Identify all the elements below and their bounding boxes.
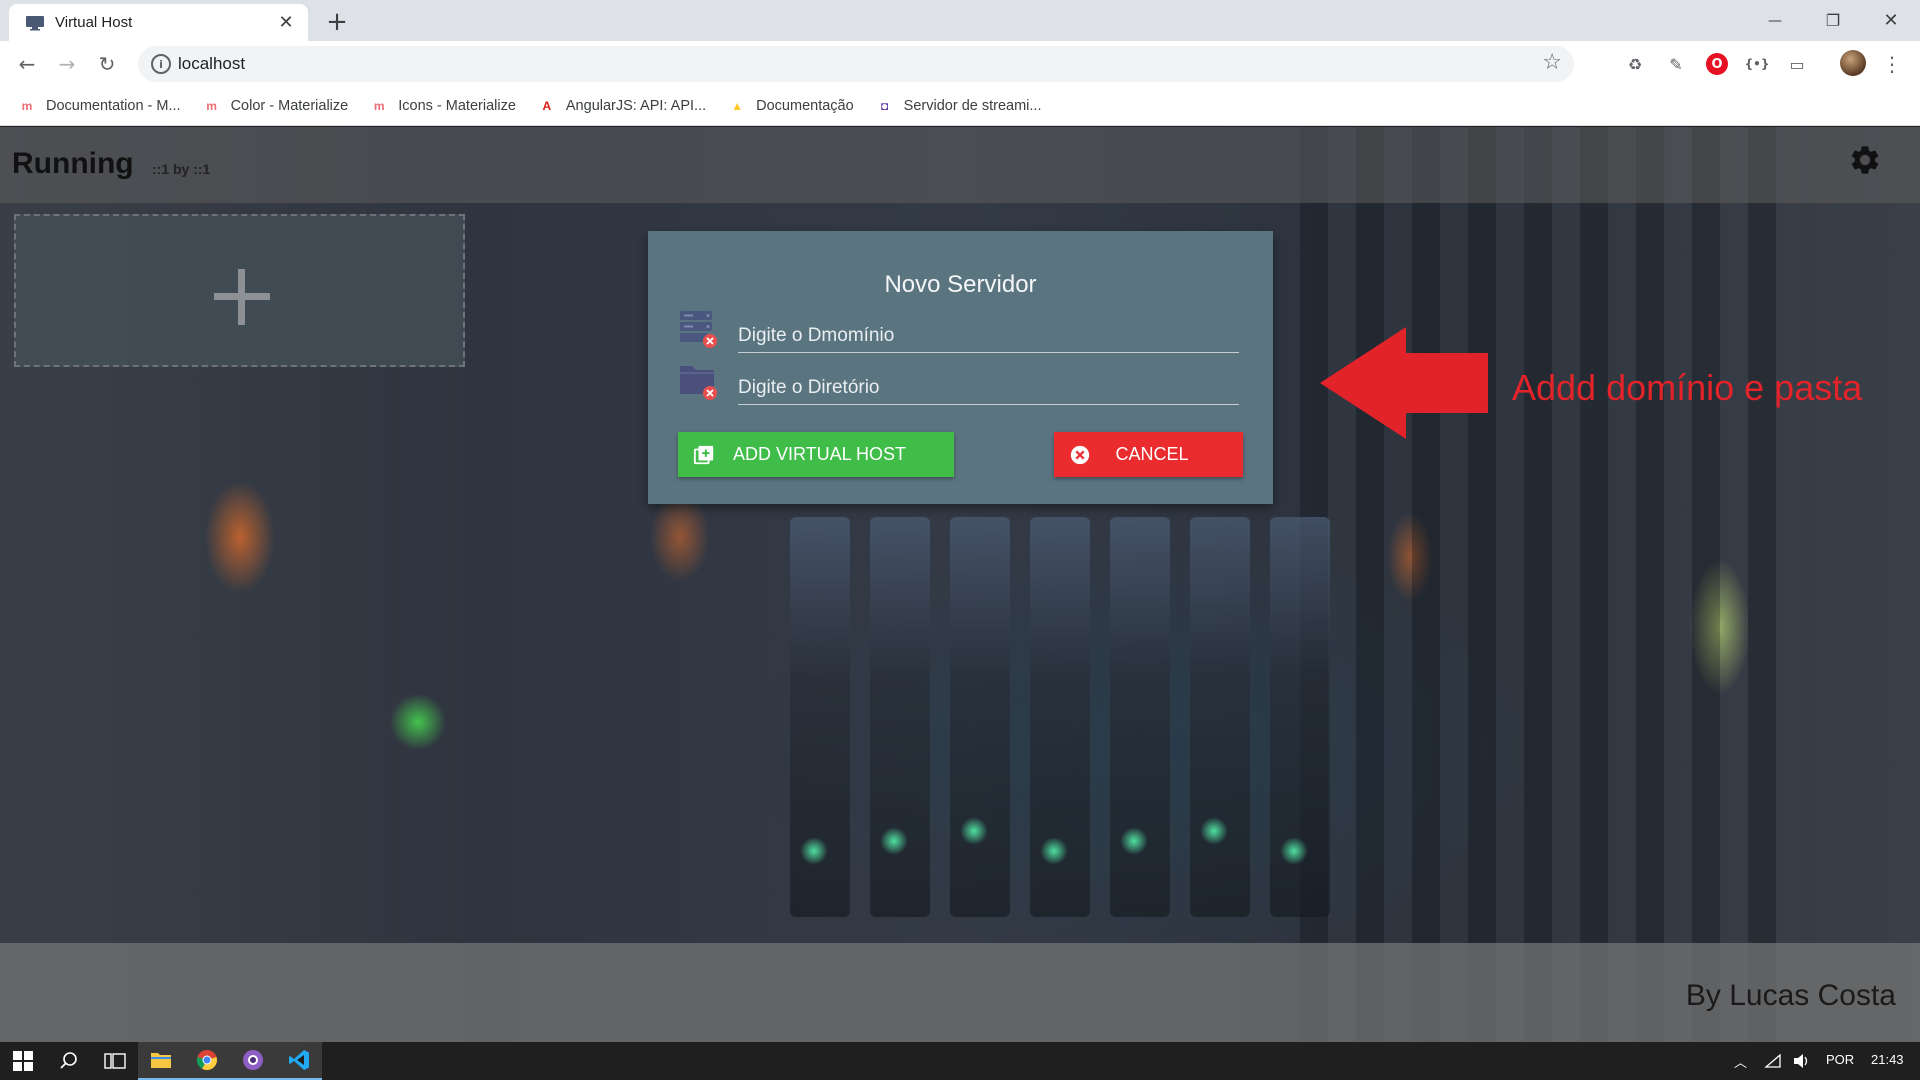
bookmark-star-icon[interactable]: ☆ [1542, 50, 1562, 75]
add-virtual-host-label: ADD VIRTUAL HOST [732, 444, 907, 464]
gear-icon[interactable] [1848, 143, 1882, 177]
background-led [1280, 837, 1308, 865]
forward-button[interactable]: → [52, 49, 82, 79]
plus-icon [214, 269, 270, 325]
close-window-button[interactable]: ✕ [1862, 0, 1920, 41]
materialize-icon: m [21, 99, 33, 113]
background-led [960, 817, 988, 845]
background-server-slots [790, 517, 1410, 937]
bookmark-item[interactable]: A AngularJS: API: API... [538, 98, 707, 114]
server-error-icon [680, 311, 717, 348]
profile-avatar[interactable] [1840, 50, 1866, 76]
modal-title: Novo Servidor [884, 271, 1037, 298]
clock[interactable]: 21:43 [1871, 1052, 1904, 1067]
bookmark-item[interactable]: m Documentation - M... [18, 98, 181, 114]
browser-toolbar: ← → ↻ i localhost ☆ ♻ ✎ O {•} ▭ [0, 41, 1920, 87]
add-virtual-host-button[interactable]: ADD VIRTUAL HOST [678, 432, 954, 477]
background-slot [1110, 517, 1170, 917]
vscode-icon[interactable] [276, 1042, 322, 1080]
bookmark-item[interactable]: ◘ Servidor de streami... [876, 98, 1042, 114]
directory-underline [738, 404, 1239, 405]
bookmark-label: Documentação [756, 98, 854, 114]
browser-tab-bar: Virtual Host ✕ + — ❐ ✕ [0, 0, 1920, 41]
json-icon[interactable]: {•} [1745, 53, 1770, 75]
recycle-icon[interactable]: ♻ [1624, 53, 1646, 75]
bookmarks-bar: m Documentation - M... m Color - Materializ… [0, 87, 1920, 126]
address-bar[interactable]: i localhost ☆ [138, 46, 1574, 82]
cancel-label: CANCEL [1115, 444, 1189, 464]
windows-start-icon[interactable] [0, 1042, 46, 1080]
bookmark-item[interactable]: m Icons - Materialize [370, 98, 516, 114]
directory-field [678, 361, 1239, 405]
angular-icon: A [542, 99, 552, 113]
windows-taskbar: ︿ POR 21:43 [0, 1042, 1920, 1080]
domain-underline [738, 352, 1239, 353]
url-text[interactable]: localhost [178, 54, 245, 74]
bookmark-label: AngularJS: API: API... [565, 98, 707, 114]
materialize-icon: m [373, 99, 385, 113]
background-led [880, 827, 908, 855]
background-led [1120, 827, 1148, 855]
close-tab-icon[interactable]: ✕ [272, 9, 300, 37]
background-slot [870, 517, 930, 917]
bookmark-label: Servidor de streami... [903, 98, 1042, 114]
app-header: Running ::1 by ::1 [0, 127, 1920, 203]
wifi-icon[interactable] [1764, 1053, 1782, 1069]
firebase-icon: ▲ [731, 99, 744, 113]
background-led [1200, 817, 1228, 845]
minimize-button[interactable]: — [1746, 0, 1804, 41]
bookmark-label: Documentation - M... [46, 98, 181, 114]
new-tab-button[interactable]: + [323, 7, 351, 37]
folder-error-icon [680, 366, 717, 400]
page-viewport: Running ::1 by ::1 Novo Servidor Digite … [0, 127, 1920, 1042]
background-led [1040, 837, 1068, 865]
add-server-card[interactable] [14, 214, 465, 367]
eyedropper-icon[interactable]: ✎ [1665, 53, 1687, 75]
back-button[interactable]: ← [12, 49, 42, 79]
file-explorer-icon[interactable] [138, 1042, 184, 1080]
menu-kebab-icon[interactable]: ⋮ [1882, 52, 1902, 76]
bookmark-item[interactable]: m Color - Materialize [203, 98, 349, 114]
cast-icon[interactable]: ▭ [1786, 53, 1808, 75]
app-footer: By Lucas Costa [0, 943, 1920, 1042]
materialize-icon: m [206, 99, 217, 113]
bookmark-label: Icons - Materialize [398, 98, 516, 114]
new-server-modal: Novo Servidor Digite o Dmomínio Digite o… [648, 231, 1273, 504]
twitch-icon: ◘ [881, 99, 889, 113]
tab-virtual-host[interactable]: Virtual Host ✕ [9, 4, 308, 41]
background-slot [950, 517, 1010, 917]
volume-icon[interactable] [1792, 1053, 1810, 1069]
language-indicator[interactable]: POR [1826, 1052, 1854, 1067]
page-subtitle: ::1 by ::1 [152, 161, 211, 177]
search-icon[interactable] [46, 1042, 92, 1080]
directory-input[interactable] [738, 373, 1239, 403]
task-view-icon[interactable] [92, 1042, 138, 1080]
background-led [800, 837, 828, 865]
add-to-queue-icon [693, 445, 714, 464]
bookmark-label: Color - Materialize [230, 98, 349, 114]
reload-button[interactable]: ↻ [92, 49, 122, 79]
domain-field [678, 309, 1239, 353]
footer-credit: By Lucas Costa [1685, 979, 1896, 1012]
annotation-text: Addd domínio e pasta [1512, 367, 1863, 408]
obs-icon[interactable] [230, 1042, 276, 1080]
opera-icon[interactable]: O [1706, 53, 1728, 75]
maximize-button[interactable]: ❐ [1804, 0, 1862, 41]
background-slot [1190, 517, 1250, 917]
bookmark-item[interactable]: ▲ Documentação [728, 98, 854, 114]
monitor-icon [26, 15, 44, 30]
cancel-circle-icon [1070, 445, 1090, 464]
info-icon[interactable]: i [151, 54, 171, 74]
cancel-button[interactable]: CANCEL [1054, 432, 1243, 477]
domain-input[interactable] [738, 321, 1239, 351]
tray-chevron-icon[interactable]: ︿ [1734, 1052, 1747, 1071]
page-title: Running [12, 147, 134, 180]
tab-title: Virtual Host [55, 14, 133, 31]
chrome-icon[interactable] [184, 1042, 230, 1080]
annotation-arrow-icon [1320, 327, 1488, 439]
